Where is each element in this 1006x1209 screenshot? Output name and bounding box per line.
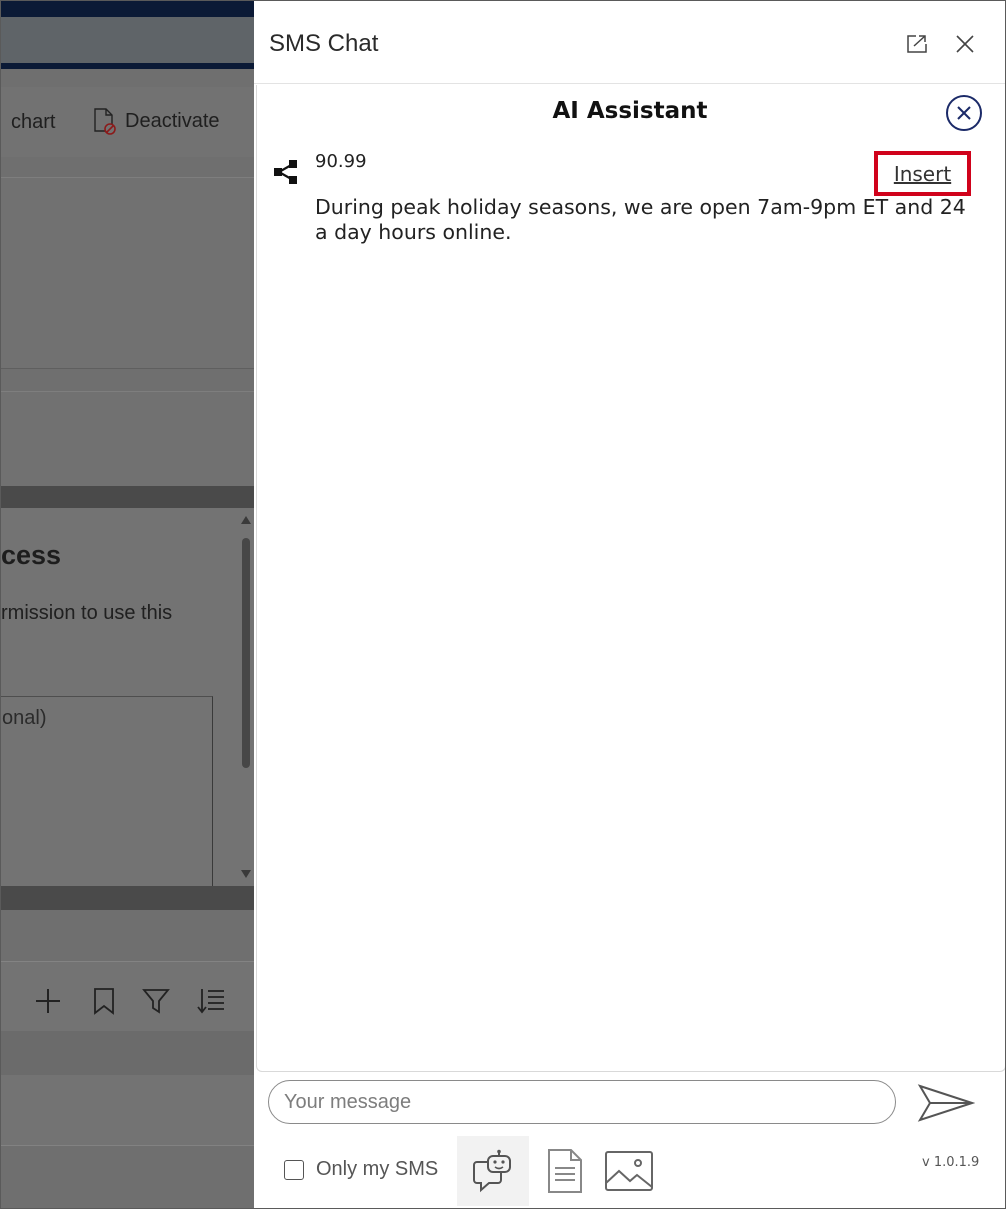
template-button[interactable]: [529, 1136, 601, 1206]
sms-chat-panel: SMS Chat AI Assistant 90.99 Insert Durin…: [254, 1, 1005, 1208]
bg-top-strip: [1, 1, 254, 17]
only-my-sms-label: Only my SMS: [316, 1158, 439, 1180]
bg-dialog-subtitle: rmission to use this: [1, 602, 173, 624]
message-composer: [268, 1080, 896, 1124]
bg-dialog-title: cess: [1, 540, 62, 570]
popout-icon: [907, 35, 927, 53]
bg-textarea-placeholder: onal): [2, 707, 47, 729]
bg-row: [1, 1031, 254, 1075]
bg-dialog: cess rmission to use this onal): [1, 508, 254, 888]
bg-dialog-textarea: onal): [1, 696, 213, 888]
share-nodes-icon: [274, 160, 297, 184]
filter-icon: [142, 989, 170, 1014]
scroll-up-arrow-icon: [241, 516, 251, 524]
insert-button[interactable]: Insert: [874, 151, 971, 196]
bg-top-bar: [1, 1, 254, 69]
ai-assistant-panel: AI Assistant 90.99 Insert During peak ho…: [256, 85, 1005, 1072]
close-panel-button[interactable]: [950, 29, 980, 59]
bg-divider: [1, 486, 254, 508]
bg-scroll-thumb: [242, 538, 250, 768]
image-button[interactable]: [593, 1136, 665, 1206]
ai-assistant-close-button[interactable]: [946, 95, 982, 131]
deactivate-icon: [94, 108, 116, 135]
window-frame: chart Deactivate cess rmission to use th…: [0, 0, 1006, 1209]
ai-assistant-button[interactable]: [457, 1136, 529, 1206]
circle-close-icon: [957, 106, 971, 120]
sort-icon: [197, 989, 224, 1014]
bg-divider: [1, 886, 254, 910]
ai-result-score: 90.99: [315, 151, 367, 172]
bg-top-strip-bottom: [1, 63, 254, 69]
bg-section: [1, 177, 254, 369]
ai-result-text: During peak holiday seasons, we are open…: [315, 195, 966, 244]
panel-title: SMS Chat: [269, 30, 379, 57]
ai-assistant-icon: [473, 1149, 511, 1193]
bg-deactivate-command: Deactivate: [91, 107, 220, 135]
bg-toolbar: [1, 961, 254, 1032]
only-my-sms-checkbox[interactable]: [284, 1159, 304, 1180]
bg-chart-command: chart: [11, 111, 56, 133]
template-document-icon: [548, 1149, 582, 1193]
only-my-sms-toggle[interactable]: Only my SMS: [284, 1158, 438, 1181]
background-app: chart Deactivate cess rmission to use th…: [1, 1, 254, 1208]
send-icon: [917, 1084, 976, 1122]
bg-section: [1, 391, 254, 487]
plus-icon: [36, 989, 60, 1013]
bg-scrollbar: [239, 508, 253, 886]
bookmark-icon: [94, 988, 114, 1015]
bg-row: [1, 1075, 254, 1146]
bg-command-bar: chart Deactivate: [1, 87, 254, 157]
scroll-down-arrow-icon: [241, 870, 251, 878]
message-input[interactable]: [284, 1089, 874, 1115]
version-label: v 1.0.1.9: [922, 1155, 980, 1170]
close-icon: [956, 35, 974, 53]
panel-header: SMS Chat: [254, 1, 1005, 84]
image-icon: [605, 1151, 653, 1191]
bg-deactivate-label: Deactivate: [125, 109, 220, 132]
popout-button[interactable]: [902, 29, 932, 59]
ai-assistant-title: AI Assistant: [552, 98, 708, 124]
send-button[interactable]: [917, 1081, 977, 1125]
